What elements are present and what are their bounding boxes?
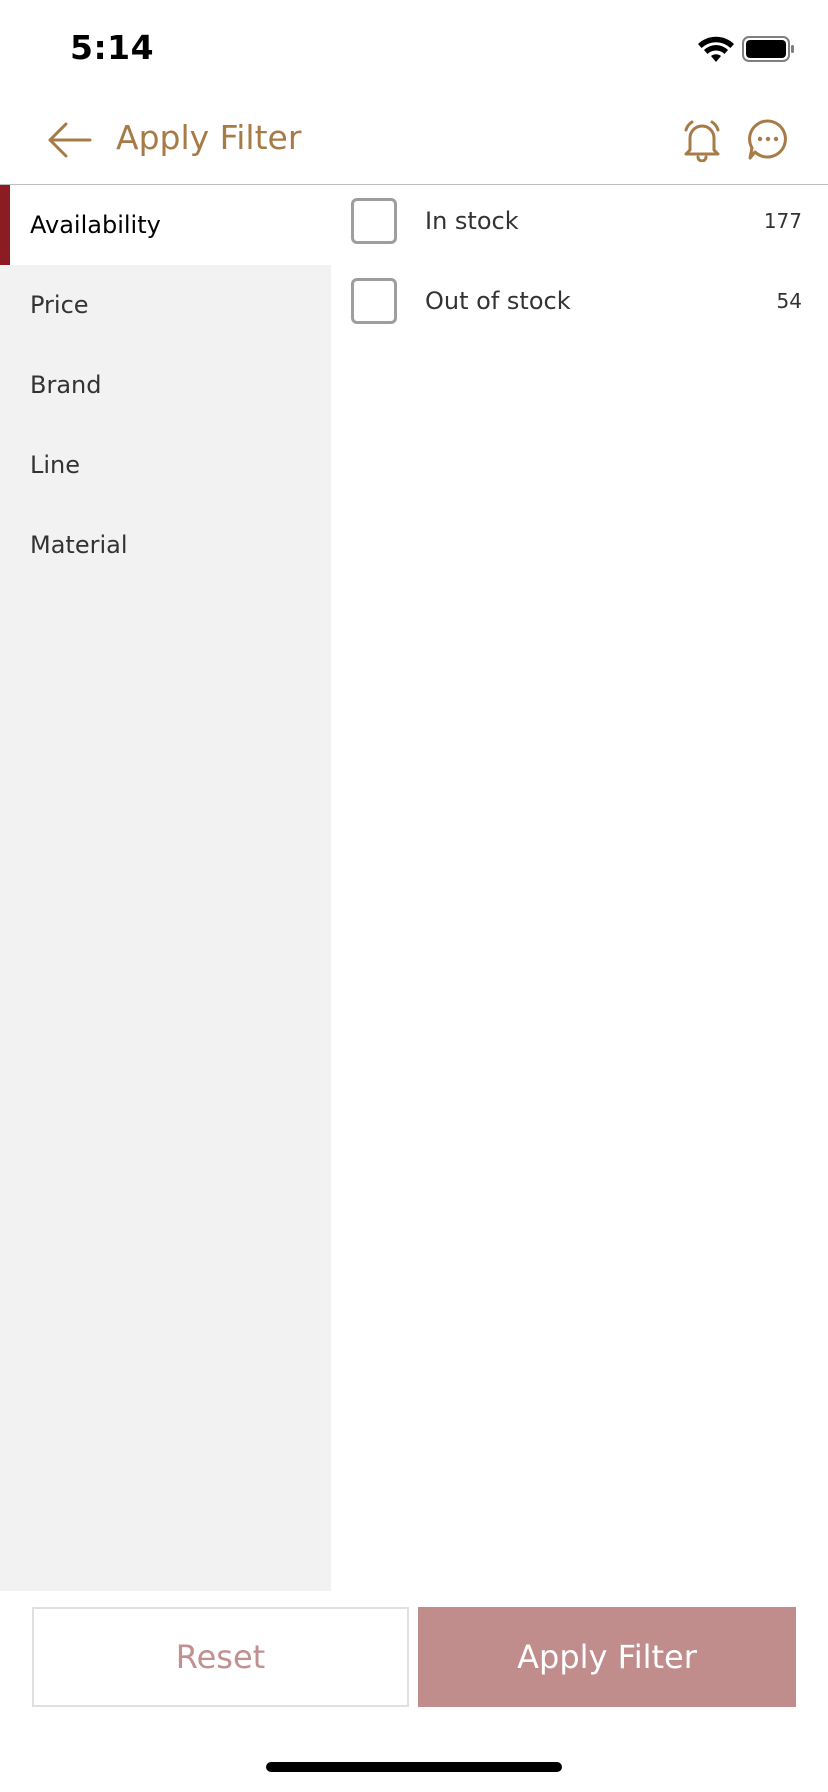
apply-filter-button[interactable]: Apply Filter [418,1607,796,1707]
sidebar-item-label: Line [30,451,81,479]
option-count: 177 [763,209,802,233]
sidebar-item-label: Availability [30,211,161,239]
option-label: Out of stock [425,287,571,315]
status-time: 5:14 [70,28,155,67]
sidebar-item-label: Price [30,291,89,319]
reset-button[interactable]: Reset [32,1607,409,1707]
filter-options-list: In stock 177 Out of stock 54 [331,185,828,345]
checkbox[interactable] [351,198,397,244]
filter-category-sidebar: Availability Price Brand Line Material [0,185,331,1591]
sidebar-item-brand[interactable]: Brand [0,345,331,425]
sidebar-item-availability[interactable]: Availability [0,185,331,265]
option-label: In stock [425,207,519,235]
chat-bubble-icon[interactable] [747,118,789,162]
wifi-icon [698,36,734,62]
battery-icon [742,36,794,62]
sidebar-item-label: Brand [30,371,102,399]
filter-screen: 5:14 Apply Filter Availability Price Bra… [0,0,828,1792]
sidebar-item-label: Material [30,531,128,559]
status-bar: 5:14 [0,0,828,100]
arrow-left-icon[interactable] [46,120,94,160]
sidebar-item-material[interactable]: Material [0,505,331,585]
bell-icon[interactable] [682,118,722,162]
sidebar-item-line[interactable]: Line [0,425,331,505]
sidebar-item-price[interactable]: Price [0,265,331,345]
option-in-stock[interactable]: In stock 177 [331,185,828,265]
home-indicator[interactable] [266,1762,562,1772]
header: Apply Filter [0,100,828,185]
checkbox[interactable] [351,278,397,324]
page-title: Apply Filter [116,118,302,157]
bottom-action-bar: Reset Apply Filter [0,1591,828,1711]
option-out-of-stock[interactable]: Out of stock 54 [331,265,828,345]
option-count: 54 [776,289,802,313]
